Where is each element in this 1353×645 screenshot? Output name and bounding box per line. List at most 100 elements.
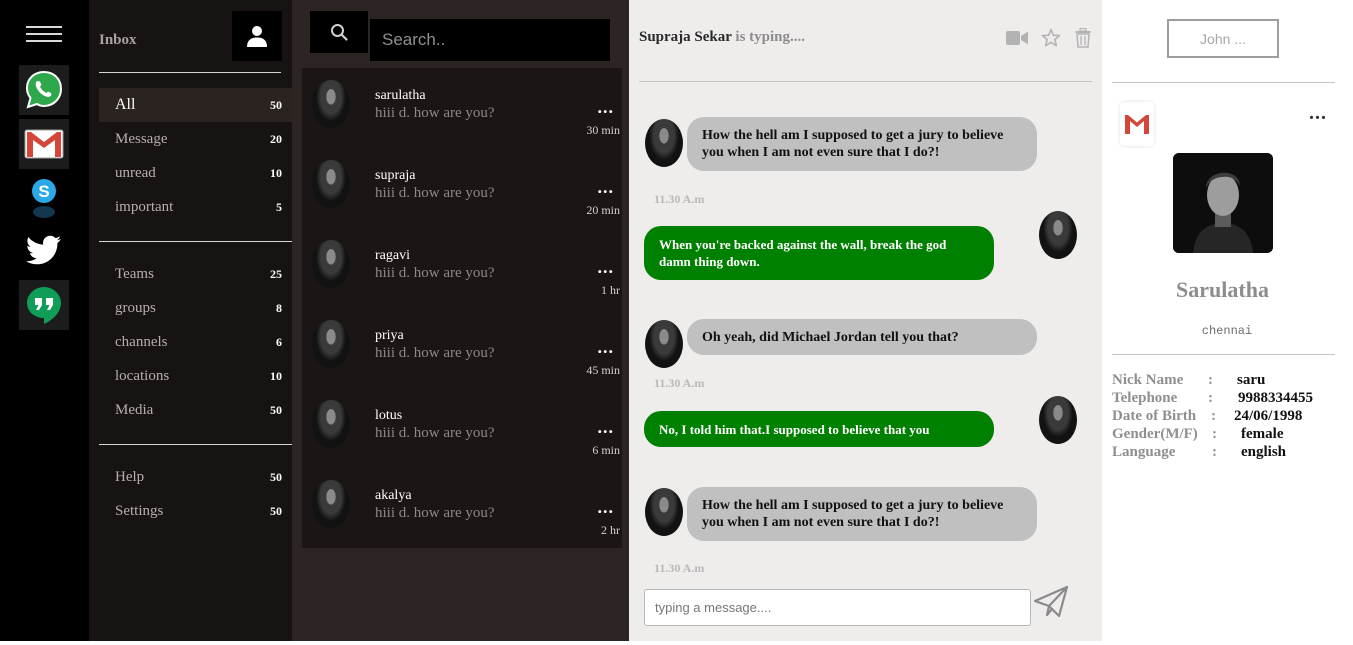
folder-label: Message — [115, 130, 168, 147]
folder-label: unread — [115, 164, 156, 181]
trash-icon[interactable] — [1075, 28, 1091, 48]
more-options[interactable]: ... — [598, 418, 615, 436]
avatar — [1039, 396, 1077, 444]
conversation-name: supraja — [375, 168, 416, 183]
detail-key: Telephone — [1112, 390, 1178, 406]
incoming-message: How the hell am I supposed to get a jury… — [687, 487, 1037, 541]
folder-count: 8 — [276, 300, 282, 315]
conversation-item[interactable]: akalya hiii d. how are you? ... 2 hr — [302, 468, 622, 548]
conversation-preview: hiii d. how are you? — [375, 185, 495, 201]
chat-divider — [639, 81, 1092, 82]
conversation-name: sarulatha — [375, 88, 426, 103]
search-input[interactable] — [370, 19, 610, 61]
folder-count: 50 — [270, 402, 282, 417]
message-timestamp: 11.30 A.m — [654, 192, 705, 206]
gmail-icon[interactable] — [1120, 102, 1154, 146]
contact-name: Sarulatha — [1176, 277, 1269, 302]
conversation-preview: hiii d. how are you? — [375, 505, 495, 521]
star-icon[interactable] — [1041, 28, 1061, 48]
incoming-message: How the hell am I supposed to get a jury… — [687, 117, 1037, 171]
more-options[interactable]: ... — [598, 258, 615, 276]
user-menu-button[interactable]: John ... — [1167, 19, 1279, 58]
contact-panel: John ... ... Sarulatha chennai Nick Name… — [1102, 0, 1353, 645]
detail-key: Nick Name — [1112, 372, 1184, 388]
more-options[interactable]: ... — [598, 338, 615, 356]
whatsapp-icon[interactable] — [19, 65, 69, 115]
twitter-icon[interactable] — [19, 225, 69, 275]
conversation-item[interactable]: priya hiii d. how are you? ... 45 min — [302, 308, 622, 388]
avatar — [1039, 211, 1077, 259]
folder-important[interactable]: important 5 — [99, 190, 292, 224]
message-timestamp: 11.30 A.m — [654, 376, 705, 390]
contact-city: chennai — [1201, 324, 1253, 338]
detail-key: Date of Birth — [1112, 408, 1197, 424]
detail-row: Language: english — [1112, 444, 1287, 460]
folder-locations[interactable]: locations 10 — [99, 359, 292, 393]
folder-all[interactable]: All 50 — [99, 88, 292, 122]
folder-message[interactable]: Message 20 — [99, 122, 292, 156]
folder-pane: Inbox All 50 Message 20 unread 10 import… — [89, 0, 292, 641]
detail-value: 9988334455 — [1238, 390, 1313, 406]
skype-icon[interactable]: S — [19, 173, 69, 223]
folder-divider — [99, 72, 281, 73]
folder-media[interactable]: Media 50 — [99, 393, 292, 427]
conversation-time: 30 min — [586, 123, 620, 137]
conversation-time: 2 hr — [601, 523, 620, 537]
chat-contact-name: Supraja Sekar — [639, 29, 732, 45]
message-input[interactable] — [644, 589, 1031, 626]
folder-channels[interactable]: channels 6 — [99, 325, 292, 359]
detail-row: Date of Birth: 24/06/1998 — [1112, 408, 1303, 424]
chat-pane: Supraja Sekar is typing.... How the hell… — [629, 0, 1102, 641]
conversation-item[interactable]: ragavi hiii d. how are you? ... 1 hr — [302, 228, 622, 308]
send-icon[interactable] — [1033, 584, 1069, 620]
conversation-item[interactable]: sarulatha hiii d. how are you? ... 30 mi… — [302, 68, 622, 148]
folder-groups[interactable]: groups 8 — [99, 291, 292, 325]
avatar — [312, 480, 350, 528]
user-icon — [247, 26, 267, 47]
search-icon — [331, 24, 348, 41]
conversation-time: 1 hr — [601, 283, 620, 297]
folder-count: 50 — [270, 503, 282, 518]
avatar — [312, 400, 350, 448]
folder-help[interactable]: Help 50 — [99, 460, 292, 494]
folder-unread[interactable]: unread 10 — [99, 156, 292, 190]
more-options[interactable]: ... — [1309, 102, 1327, 125]
folder-divider — [99, 241, 292, 242]
folder-count: 10 — [270, 368, 282, 383]
folder-label: Teams — [115, 265, 154, 282]
conversation-name: akalya — [375, 488, 412, 503]
more-options[interactable]: ... — [598, 498, 615, 516]
folder-teams[interactable]: Teams 25 — [99, 257, 292, 291]
app-rail: S — [0, 0, 89, 641]
conversation-name: lotus — [375, 408, 403, 423]
avatar — [645, 119, 683, 167]
avatar — [312, 320, 350, 368]
folder-label: groups — [115, 299, 156, 316]
incoming-message: Oh yeah, did Michael Jordan tell you tha… — [687, 319, 1037, 355]
inbox-title: Inbox — [99, 32, 137, 48]
folder-count: 50 — [270, 97, 282, 112]
chat-header: Supraja Sekar is typing.... — [639, 29, 805, 46]
more-options[interactable]: ... — [598, 178, 615, 196]
outgoing-message: No, I told him that.I supposed to believ… — [644, 411, 994, 447]
conversation-item[interactable]: lotus hiii d. how are you? ... 6 min — [302, 388, 622, 468]
gmail-icon[interactable] — [19, 119, 69, 169]
more-options[interactable]: ... — [598, 98, 615, 116]
search-button[interactable] — [310, 11, 368, 53]
conversation-preview: hiii d. how are you? — [375, 105, 495, 121]
conversation-item[interactable]: supraja hiii d. how are you? ... 20 min — [302, 148, 622, 228]
video-icon[interactable] — [1006, 30, 1028, 46]
folder-count: 5 — [276, 199, 282, 214]
folder-label: Media — [115, 401, 154, 418]
profile-button[interactable] — [232, 11, 282, 61]
folder-count: 50 — [270, 469, 282, 484]
hamburger-icon[interactable] — [26, 26, 62, 46]
conversation-name: priya — [375, 328, 404, 343]
hangouts-icon[interactable] — [19, 280, 69, 330]
message-timestamp: 11.30 A.m — [654, 561, 705, 575]
detail-value: female — [1241, 426, 1284, 442]
contact-photo — [1173, 153, 1273, 253]
avatar — [312, 240, 350, 288]
folder-settings[interactable]: Settings 50 — [99, 494, 292, 528]
detail-row: Nick Name: saru — [1112, 372, 1266, 388]
